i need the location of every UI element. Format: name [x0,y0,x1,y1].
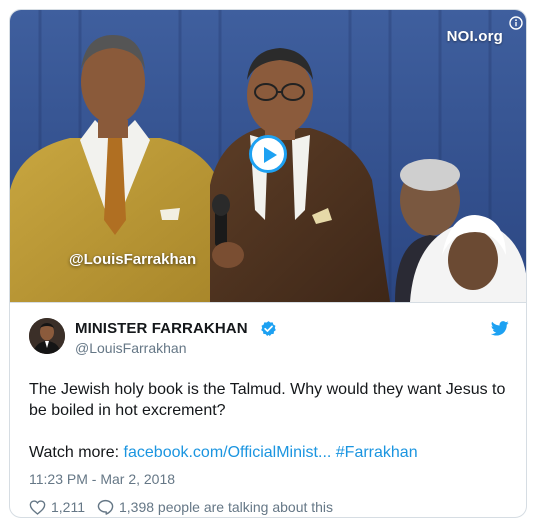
talking-count[interactable]: 1,398 people are talking about this [119,499,333,515]
watch-more-prefix: Watch more: [29,444,124,461]
avatar-image [29,318,65,354]
hashtag-link[interactable]: #Farrakhan [336,444,418,461]
comment-bubble-icon[interactable] [97,499,114,515]
play-icon [264,147,277,163]
display-name[interactable]: MINISTER FARRAKHAN [75,320,248,337]
verified-badge-icon [261,321,276,336]
tweet-text: The Jewish holy book is the Talmud. Why … [29,381,506,419]
username[interactable]: @LouisFarrakhan [75,340,187,356]
facebook-link[interactable]: facebook.com/OfficialMinist... [124,444,332,461]
tweet-body: MINISTER FARRAKHAN @LouisFarrakhan The J… [10,302,526,517]
watch-more-line: Watch more: facebook.com/OfficialMinist.… [29,444,418,462]
video-thumbnail[interactable]: NOI.org @LouisFarrakhan [10,10,526,302]
twitter-bird-icon[interactable] [491,321,509,336]
timestamp[interactable]: 11:23 PM - Mar 2, 2018 [29,471,175,487]
info-icon[interactable] [509,16,523,30]
tweet-card[interactable]: NOI.org @LouisFarrakhan MINISTER FARRAKH… [9,9,527,518]
avatar[interactable] [29,318,65,354]
play-button[interactable] [249,135,287,173]
like-count[interactable]: 1,211 [51,499,85,515]
engagement-bar: 1,211 1,398 people are talking about thi… [29,499,333,515]
video-handle-overlay: @LouisFarrakhan [69,251,197,268]
noi-watermark: NOI.org [446,28,503,45]
heart-icon[interactable] [29,499,46,515]
